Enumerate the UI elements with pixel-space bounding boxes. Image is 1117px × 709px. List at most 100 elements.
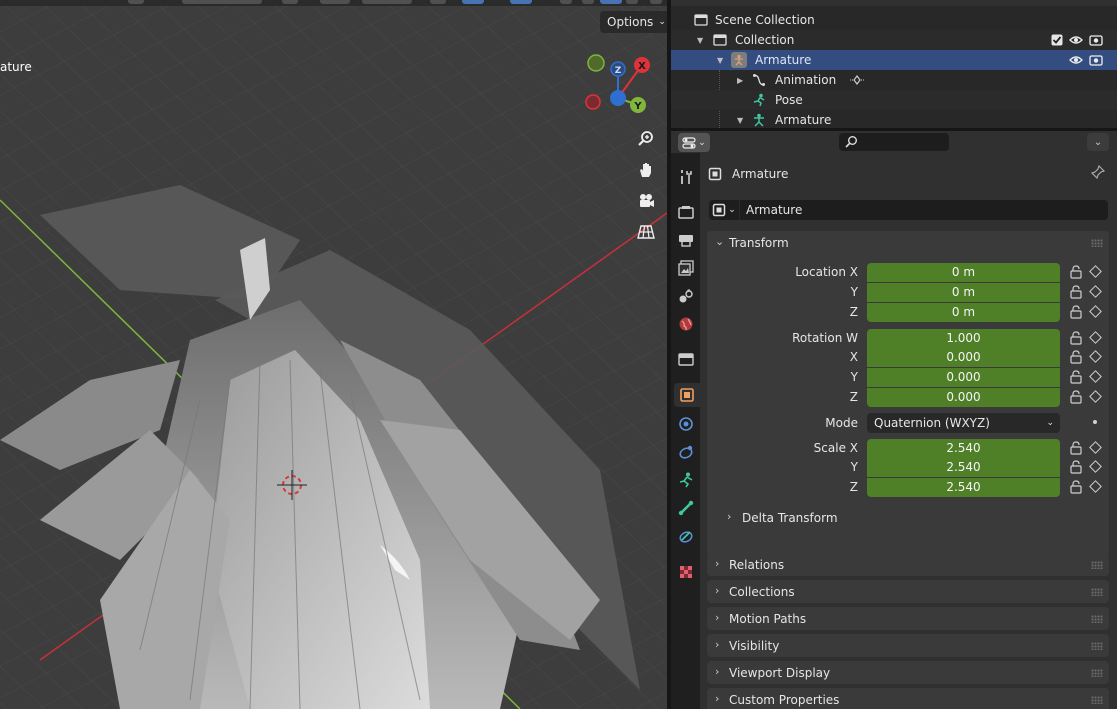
hand-pan-icon[interactable] bbox=[633, 157, 659, 183]
checkbox-checked-icon[interactable] bbox=[1049, 32, 1065, 48]
eye-icon[interactable] bbox=[1068, 32, 1084, 48]
viewport-scene[interactable]: X Y Z bbox=[0, 0, 667, 709]
camera-render-icon[interactable] bbox=[1088, 32, 1104, 48]
drag-grip-icon[interactable] bbox=[1091, 561, 1103, 569]
lock-icon[interactable] bbox=[1069, 460, 1083, 477]
motion-paths-panel-header[interactable]: › Motion Paths bbox=[707, 607, 1109, 631]
tab-object[interactable] bbox=[674, 383, 700, 407]
outliner-row-scene-collection[interactable]: Scene Collection bbox=[671, 10, 1117, 30]
tab-collection[interactable] bbox=[674, 347, 698, 371]
properties-editor[interactable]: ⌄ ⌄ Armature ⌄ Armature ⌄ Transform Loca… bbox=[671, 131, 1117, 709]
tab-scene[interactable] bbox=[674, 284, 698, 308]
lock-icon[interactable] bbox=[1069, 390, 1083, 407]
relations-panel[interactable]: › Relations bbox=[707, 553, 1109, 576]
outliner[interactable]: Scene Collection ▼ Collection ▼ Armature bbox=[671, 0, 1117, 128]
collections-panel-header[interactable]: › Collections bbox=[707, 580, 1109, 604]
viewport-display-panel[interactable]: › Viewport Display bbox=[707, 661, 1109, 684]
outliner-row-pose[interactable]: Pose bbox=[671, 90, 1117, 110]
scale-z-field[interactable]: 2.540 bbox=[867, 478, 1060, 497]
expand-triangle-icon[interactable]: ▼ bbox=[737, 116, 743, 125]
tab-tool[interactable] bbox=[674, 165, 698, 189]
viewport-header-strip[interactable] bbox=[0, 0, 667, 6]
rotation-x-field[interactable]: 0.000 bbox=[867, 348, 1060, 367]
keyframe-icon[interactable] bbox=[1089, 480, 1102, 493]
editor-type-dropdown[interactable]: ⌄ bbox=[678, 133, 710, 152]
outliner-row-armature-data[interactable]: ▼ Armature bbox=[671, 110, 1117, 128]
keyframe-icon[interactable] bbox=[1089, 305, 1102, 318]
scale-x-field[interactable]: 2.540 bbox=[867, 439, 1060, 458]
keyframe-icon[interactable] bbox=[1089, 460, 1102, 473]
tab-object-data-armature[interactable] bbox=[674, 468, 698, 492]
tab-modifiers[interactable] bbox=[674, 412, 698, 436]
camera-view-icon[interactable] bbox=[633, 188, 659, 214]
lock-icon[interactable] bbox=[1069, 441, 1083, 458]
keyframe-icon[interactable] bbox=[1089, 441, 1102, 454]
tab-texture[interactable] bbox=[674, 560, 698, 584]
animate-dot-icon[interactable] bbox=[1093, 420, 1097, 424]
location-z-field[interactable]: 0 m bbox=[867, 303, 1060, 322]
visibility-panel-header[interactable]: › Visibility bbox=[707, 634, 1109, 658]
expand-triangle-icon[interactable]: ▼ bbox=[697, 36, 703, 45]
custom-properties-panel[interactable]: › Custom Properties bbox=[707, 688, 1109, 709]
tab-bone-constraints[interactable] bbox=[674, 524, 698, 548]
object-name-field[interactable]: ⌄ Armature bbox=[709, 200, 1108, 220]
outliner-row-label: Pose bbox=[775, 93, 803, 107]
drag-grip-icon[interactable] bbox=[1091, 615, 1103, 623]
drag-grip-icon[interactable] bbox=[1091, 588, 1103, 596]
scale-y-field[interactable]: 2.540 bbox=[867, 458, 1060, 477]
keyframe-icon[interactable] bbox=[1089, 370, 1102, 383]
lock-icon[interactable] bbox=[1069, 331, 1083, 348]
eye-icon[interactable] bbox=[1068, 52, 1084, 68]
expand-triangle-icon[interactable]: ▼ bbox=[717, 56, 723, 65]
rotation-mode-select[interactable]: Quaternion (WXYZ) ⌄ bbox=[867, 413, 1060, 433]
drag-grip-icon[interactable] bbox=[1091, 239, 1103, 247]
tab-constraints[interactable] bbox=[674, 440, 698, 464]
tab-render[interactable] bbox=[674, 200, 698, 224]
drag-grip-icon[interactable] bbox=[1091, 642, 1103, 650]
options-dropdown[interactable]: Options ⌄ bbox=[600, 11, 667, 33]
pin-icon[interactable] bbox=[1090, 164, 1106, 182]
tab-output[interactable] bbox=[674, 228, 698, 252]
rotation-w-field[interactable]: 1.000 bbox=[867, 329, 1060, 348]
lock-icon[interactable] bbox=[1069, 265, 1083, 282]
lock-icon[interactable] bbox=[1069, 350, 1083, 367]
options-chevron-button[interactable]: ⌄ bbox=[1087, 133, 1109, 151]
visibility-panel[interactable]: › Visibility bbox=[707, 634, 1109, 657]
expand-triangle-icon[interactable]: ▶ bbox=[737, 76, 743, 85]
tab-world[interactable] bbox=[674, 312, 698, 336]
delta-transform-subpanel-header[interactable]: › Delta Transform bbox=[707, 507, 1109, 529]
collections-panel[interactable]: › Collections bbox=[707, 580, 1109, 603]
keyframe-icon[interactable] bbox=[1089, 331, 1102, 344]
tab-bone[interactable] bbox=[674, 496, 698, 520]
lock-icon[interactable] bbox=[1069, 480, 1083, 497]
camera-render-icon[interactable] bbox=[1088, 52, 1104, 68]
keyframe-icon[interactable] bbox=[1089, 265, 1102, 278]
3d-viewport[interactable]: X Y Z Options ⌄ ature bbox=[0, 0, 667, 709]
transform-panel-header[interactable]: ⌄ Transform bbox=[707, 231, 1109, 255]
keyframe-icon[interactable] bbox=[1089, 350, 1102, 363]
outliner-row-animation[interactable]: ▶ Animation bbox=[671, 70, 1117, 90]
outliner-row-collection[interactable]: ▼ Collection bbox=[671, 30, 1117, 50]
location-x-field[interactable]: 0 m bbox=[867, 263, 1060, 282]
object-name-value[interactable]: Armature bbox=[746, 203, 802, 217]
lock-icon[interactable] bbox=[1069, 305, 1083, 322]
drag-grip-icon[interactable] bbox=[1091, 669, 1103, 677]
object-browse-dropdown[interactable]: ⌄ bbox=[709, 200, 740, 220]
motion-paths-panel[interactable]: › Motion Paths bbox=[707, 607, 1109, 630]
outliner-row-armature-object[interactable]: ▼ Armature bbox=[671, 50, 1117, 70]
rotation-z-field[interactable]: 0.000 bbox=[867, 388, 1060, 407]
keyframe-icon[interactable] bbox=[1089, 390, 1102, 403]
tab-view-layer[interactable] bbox=[674, 256, 698, 280]
drag-grip-icon[interactable] bbox=[1091, 696, 1103, 704]
relations-panel-header[interactable]: › Relations bbox=[707, 553, 1109, 577]
properties-search-input[interactable] bbox=[839, 133, 949, 151]
lock-icon[interactable] bbox=[1069, 285, 1083, 302]
location-y-field[interactable]: 0 m bbox=[867, 283, 1060, 302]
zoom-icon[interactable] bbox=[633, 126, 659, 152]
keyframe-icon[interactable] bbox=[1089, 285, 1102, 298]
viewport-display-panel-header[interactable]: › Viewport Display bbox=[707, 661, 1109, 685]
rotation-y-field[interactable]: 0.000 bbox=[867, 368, 1060, 387]
lock-icon[interactable] bbox=[1069, 370, 1083, 387]
custom-properties-panel-header[interactable]: › Custom Properties bbox=[707, 688, 1109, 709]
perspective-grid-icon[interactable] bbox=[633, 219, 659, 245]
